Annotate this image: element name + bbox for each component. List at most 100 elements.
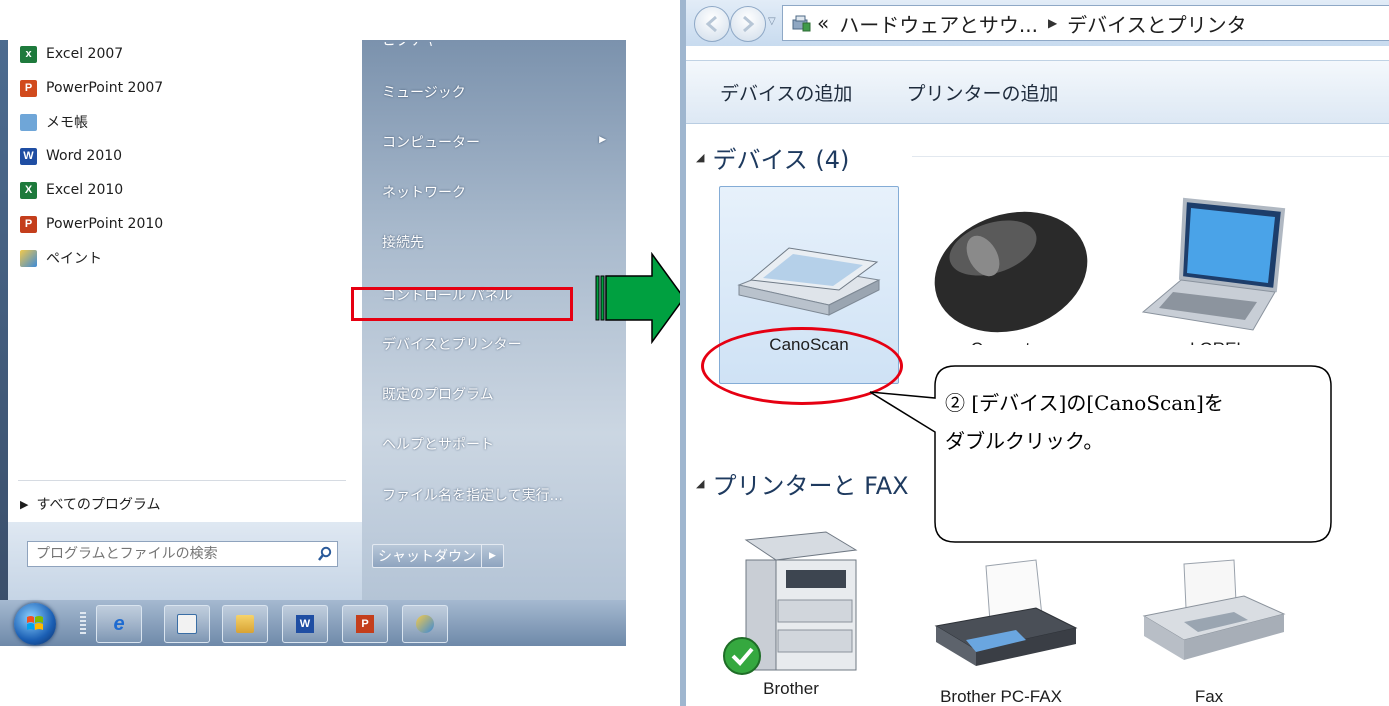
- search-icon[interactable]: [313, 542, 337, 566]
- breadcrumb-hardware-sound[interactable]: ハードウェアとサウ...: [839, 9, 1038, 38]
- program-item-notepad[interactable]: メモ帳: [20, 111, 88, 133]
- taskbar-powerpoint-button[interactable]: P: [342, 605, 388, 643]
- triangle-right-icon: ▶: [20, 497, 29, 511]
- menu-item-computer[interactable]: コンピューター ▶: [382, 132, 606, 152]
- program-item-powerpoint-2010[interactable]: P PowerPoint 2010: [20, 213, 163, 235]
- program-label: Excel 2010: [46, 182, 124, 198]
- printers-group-header[interactable]: ◢ プリンターと FAX: [696, 466, 909, 501]
- taskbar-word-button[interactable]: W: [282, 605, 328, 643]
- notepad-icon: [20, 113, 37, 131]
- printer-fax[interactable]: Fax: [1124, 556, 1294, 706]
- menu-item-help-support[interactable]: ヘルプとサポート: [382, 434, 494, 454]
- word-2010-icon: W: [20, 147, 37, 165]
- start-menu-places-pane: ピクチャ ミュージック コンピューター ▶ ネットワーク 接続先 コントロール …: [362, 40, 626, 602]
- excel-2010-icon: X: [20, 181, 37, 199]
- program-label: メモ帳: [46, 115, 88, 131]
- devices-group-label: デバイス (4): [712, 146, 850, 174]
- collapse-triangle-icon: ◢: [696, 477, 705, 490]
- paint-icon: [20, 249, 37, 267]
- forward-arrow-icon: [743, 15, 755, 33]
- printer-icon: [934, 559, 1078, 666]
- back-button[interactable]: [694, 6, 730, 42]
- taskbar-explorer-button[interactable]: [222, 605, 268, 643]
- program-item-powerpoint-2007[interactable]: P PowerPoint 2007: [20, 77, 163, 99]
- chevron-down-icon[interactable]: ▽: [768, 16, 776, 27]
- address-bar[interactable]: « ハードウェアとサウ... ▶ デバイスとプリンタ: [782, 5, 1389, 41]
- powerpoint-icon: P: [356, 615, 374, 633]
- menu-item-devices-and-printers[interactable]: デバイスとプリンター: [382, 334, 522, 354]
- shutdown-button[interactable]: シャットダウン: [372, 544, 482, 568]
- back-arrow-icon: [705, 15, 717, 33]
- forward-button[interactable]: [730, 6, 766, 42]
- highlight-oval: [701, 327, 903, 405]
- device-label: Fax: [1194, 687, 1224, 706]
- all-programs-item[interactable]: ▶ すべてのプログラム: [20, 494, 161, 514]
- device-mouse[interactable]: Computer: [918, 190, 1098, 359]
- taskbar: e W P: [0, 600, 626, 646]
- taskbar-grip[interactable]: [80, 612, 86, 634]
- taskbar-paint-button[interactable]: [402, 605, 448, 643]
- program-label: ペイント: [46, 251, 102, 267]
- menu-item-run[interactable]: ファイル名を指定して実行...: [382, 485, 563, 505]
- add-printer-button[interactable]: プリンターの追加: [906, 79, 1058, 106]
- callout-line-2: ダブルクリック。: [945, 429, 1104, 453]
- breadcrumb-separator-icon[interactable]: ▶: [1048, 16, 1057, 30]
- ie-icon: e: [113, 612, 125, 635]
- program-item-word-2010[interactable]: W Word 2010: [20, 145, 122, 167]
- device-label: Brother: [763, 679, 819, 698]
- start-menu: x Excel 2007 P PowerPoint 2007 メモ帳 W Wor…: [0, 40, 626, 646]
- menu-item-music[interactable]: ミュージック: [382, 82, 466, 102]
- printers-group-label: プリンターと FAX: [712, 472, 909, 500]
- callout-text: ② [デバイス]の[CanoScan]を ダブルクリック。: [945, 384, 1325, 460]
- menu-item-connect-to[interactable]: 接続先: [382, 232, 424, 252]
- submenu-arrow-icon: ▶: [599, 135, 606, 145]
- highlight-box: [351, 287, 573, 321]
- collapse-triangle-icon: ◢: [696, 151, 705, 164]
- breadcrumb-back[interactable]: «: [817, 11, 829, 35]
- outlook-icon: [177, 614, 197, 634]
- devices-group-header[interactable]: ◢ デバイス (4): [696, 140, 849, 175]
- menu-item-label: コンピューター: [382, 135, 480, 151]
- pictures-item-partial[interactable]: ピクチャ: [382, 42, 438, 50]
- search-input[interactable]: [28, 545, 313, 563]
- start-menu-programs-pane: x Excel 2007 P PowerPoint 2007 メモ帳 W Wor…: [0, 40, 363, 602]
- windows-logo-icon: [27, 616, 43, 630]
- device-laptop[interactable]: LOREL: [1128, 190, 1308, 359]
- taskbar-outlook-button[interactable]: [164, 605, 210, 643]
- address-bar-area: ▽ « ハードウェアとサウ... ▶ デバイスとプリンタ: [686, 0, 1389, 46]
- explorer-icon: [236, 615, 254, 633]
- printer-brother-pc-fax[interactable]: Brother PC-FAX: [916, 556, 1086, 706]
- devices-printers-icon: [792, 15, 811, 32]
- mouse-icon: [934, 211, 1088, 333]
- program-item-paint[interactable]: ペイント: [20, 247, 102, 269]
- word-icon: W: [296, 615, 314, 633]
- search-box[interactable]: [27, 541, 338, 567]
- device-label: Brother PC-FAX: [940, 687, 1062, 706]
- program-label: PowerPoint 2010: [46, 216, 164, 232]
- group-divider: [912, 156, 1389, 157]
- separator: [18, 480, 346, 481]
- program-item-excel-2007[interactable]: x Excel 2007: [20, 43, 123, 65]
- powerpoint-2007-icon: P: [20, 79, 37, 97]
- program-item-excel-2010[interactable]: X Excel 2010: [20, 179, 123, 201]
- powerpoint-2010-icon: P: [20, 215, 37, 233]
- shutdown-group: シャットダウン ▶: [372, 544, 504, 568]
- menu-item-network[interactable]: ネットワーク: [382, 182, 466, 202]
- menu-item-default-programs[interactable]: 既定のプログラム: [382, 384, 494, 404]
- laptop-icon: [1141, 197, 1286, 331]
- callout-line-1: ② [デバイス]の[CanoScan]を: [945, 391, 1224, 415]
- green-arrow-icon: [595, 252, 685, 344]
- start-orb-button[interactable]: [14, 603, 56, 645]
- fax-icon: [1142, 559, 1286, 660]
- program-label: Word 2010: [46, 148, 123, 164]
- breadcrumb-devices-printers[interactable]: デバイスとプリンタ: [1067, 9, 1246, 38]
- program-label: Excel 2007: [46, 46, 124, 62]
- shutdown-options-button[interactable]: ▶: [482, 544, 504, 568]
- printer-brother[interactable]: Brother: [716, 520, 866, 699]
- taskbar-ie-button[interactable]: e: [96, 605, 142, 643]
- command-bar: デバイスの追加 プリンターの追加: [686, 60, 1389, 124]
- program-label: PowerPoint 2007: [46, 80, 164, 96]
- add-device-button[interactable]: デバイスの追加: [720, 79, 852, 106]
- device-label: Computer: [970, 339, 1046, 358]
- triangle-right-icon: ▶: [489, 551, 496, 561]
